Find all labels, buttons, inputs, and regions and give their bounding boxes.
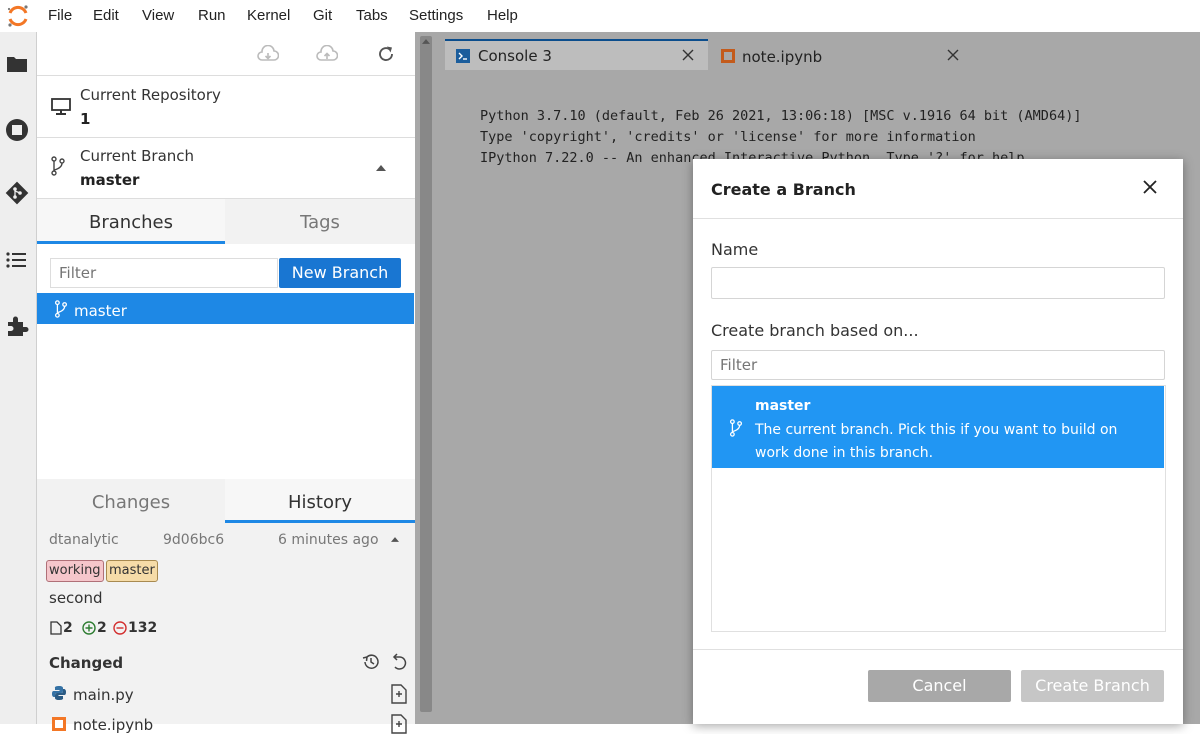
- insertions-count: 2: [97, 620, 107, 636]
- scrollbar-thumb[interactable]: [420, 36, 432, 712]
- create-branch-button[interactable]: Create Branch: [1021, 670, 1164, 702]
- cancel-button[interactable]: Cancel: [868, 670, 1011, 702]
- current-branch-value: master: [80, 171, 140, 189]
- based-on-label: Create branch based on...: [711, 321, 919, 340]
- refresh-icon[interactable]: [377, 45, 395, 63]
- tag-master: master: [106, 560, 158, 582]
- current-repository-label: Current Repository: [80, 86, 221, 104]
- files-changed-count: 2: [63, 620, 73, 636]
- close-icon[interactable]: [682, 49, 694, 61]
- name-label: Name: [711, 240, 759, 259]
- deletions-count: 132: [128, 620, 158, 636]
- jupyter-logo-icon: [7, 5, 28, 27]
- diff-icon[interactable]: [391, 684, 407, 704]
- caret-up-icon[interactable]: [376, 165, 386, 171]
- menu-help[interactable]: Help: [487, 7, 518, 24]
- menu-kernel[interactable]: Kernel: [247, 7, 290, 24]
- activity-bar: [0, 32, 37, 724]
- extension-icon[interactable]: [5, 314, 29, 338]
- revert-icon[interactable]: [389, 652, 409, 672]
- running-icon[interactable]: [5, 118, 29, 142]
- branch-option-description: The current branch. Pick this if you wan…: [755, 422, 1118, 461]
- branch-icon: [51, 156, 65, 176]
- python-file-icon: [52, 686, 66, 700]
- create-branch-dialog: Create a Branch Name Create branch based…: [693, 159, 1183, 724]
- close-icon[interactable]: [947, 49, 959, 61]
- notebook-icon: [721, 49, 735, 63]
- notebook-file-icon: [52, 717, 66, 731]
- branch-name-input[interactable]: [711, 267, 1165, 299]
- console-output-line: Type 'copyright', 'credits' or 'license'…: [480, 129, 976, 145]
- desktop-icon: [51, 98, 71, 115]
- history-icon[interactable]: [361, 652, 381, 672]
- caret-up-icon[interactable]: [391, 537, 399, 542]
- menu-bar: File Edit View Run Kernel Git Tabs Setti…: [0, 0, 1200, 32]
- toc-icon[interactable]: [6, 250, 28, 270]
- git-icon[interactable]: [4, 180, 30, 206]
- deletions-icon: [113, 621, 127, 635]
- close-icon[interactable]: [1143, 180, 1157, 194]
- divider: [37, 75, 415, 76]
- current-repository-value: 1: [80, 110, 91, 128]
- commit-message: second: [49, 589, 103, 607]
- pull-icon[interactable]: [257, 45, 279, 63]
- commit-author: dtanalytic: [49, 532, 119, 548]
- commit-hash: 9d06bc6: [163, 532, 225, 548]
- dialog-title: Create a Branch: [711, 180, 856, 199]
- current-branch-label: Current Branch: [80, 147, 195, 165]
- push-icon[interactable]: [316, 45, 338, 63]
- menu-run[interactable]: Run: [198, 7, 226, 24]
- changed-file-item[interactable]: note.ipynb: [73, 716, 153, 734]
- tab-branches[interactable]: Branches: [37, 212, 225, 233]
- menu-settings[interactable]: Settings: [409, 7, 463, 24]
- menu-file[interactable]: File: [48, 7, 72, 24]
- tag-working: working: [46, 560, 104, 582]
- tab-history[interactable]: History: [225, 492, 415, 513]
- menu-edit[interactable]: Edit: [93, 7, 119, 24]
- branch-option-name: master: [755, 398, 811, 414]
- branch-icon: [54, 300, 68, 318]
- file-icon: [50, 621, 62, 635]
- dialog-divider: [693, 218, 1183, 219]
- branch-list-item-label: master: [74, 302, 127, 320]
- menu-tabs[interactable]: Tabs: [356, 7, 388, 24]
- scroll-up-icon[interactable]: [422, 39, 430, 44]
- tab-tags[interactable]: Tags: [225, 212, 415, 233]
- menu-git[interactable]: Git: [313, 7, 332, 24]
- commit-time: 6 minutes ago: [278, 532, 379, 548]
- changed-header: Changed: [49, 654, 124, 672]
- changed-file-item[interactable]: main.py: [73, 686, 134, 704]
- branch-filter-input[interactable]: [50, 258, 278, 288]
- insertions-icon: [82, 621, 96, 635]
- git-panel: Current Repository 1 Current Branch mast…: [37, 32, 415, 734]
- dialog-divider: [693, 649, 1183, 650]
- menu-view[interactable]: View: [142, 7, 174, 24]
- divider: [37, 137, 415, 138]
- console-icon: [456, 49, 470, 63]
- diff-icon[interactable]: [391, 714, 407, 734]
- active-tab-indicator: [37, 241, 225, 244]
- folder-icon[interactable]: [6, 54, 28, 74]
- tab-console-label: Console 3: [478, 47, 552, 65]
- tab-notebook-label: note.ipynb: [742, 48, 823, 66]
- tab-changes[interactable]: Changes: [37, 492, 225, 513]
- branch-icon: [729, 419, 743, 437]
- new-branch-button[interactable]: New Branch: [279, 258, 401, 288]
- based-on-filter-input[interactable]: [711, 350, 1165, 380]
- console-output-line: Python 3.7.10 (default, Feb 26 2021, 13:…: [480, 108, 1082, 124]
